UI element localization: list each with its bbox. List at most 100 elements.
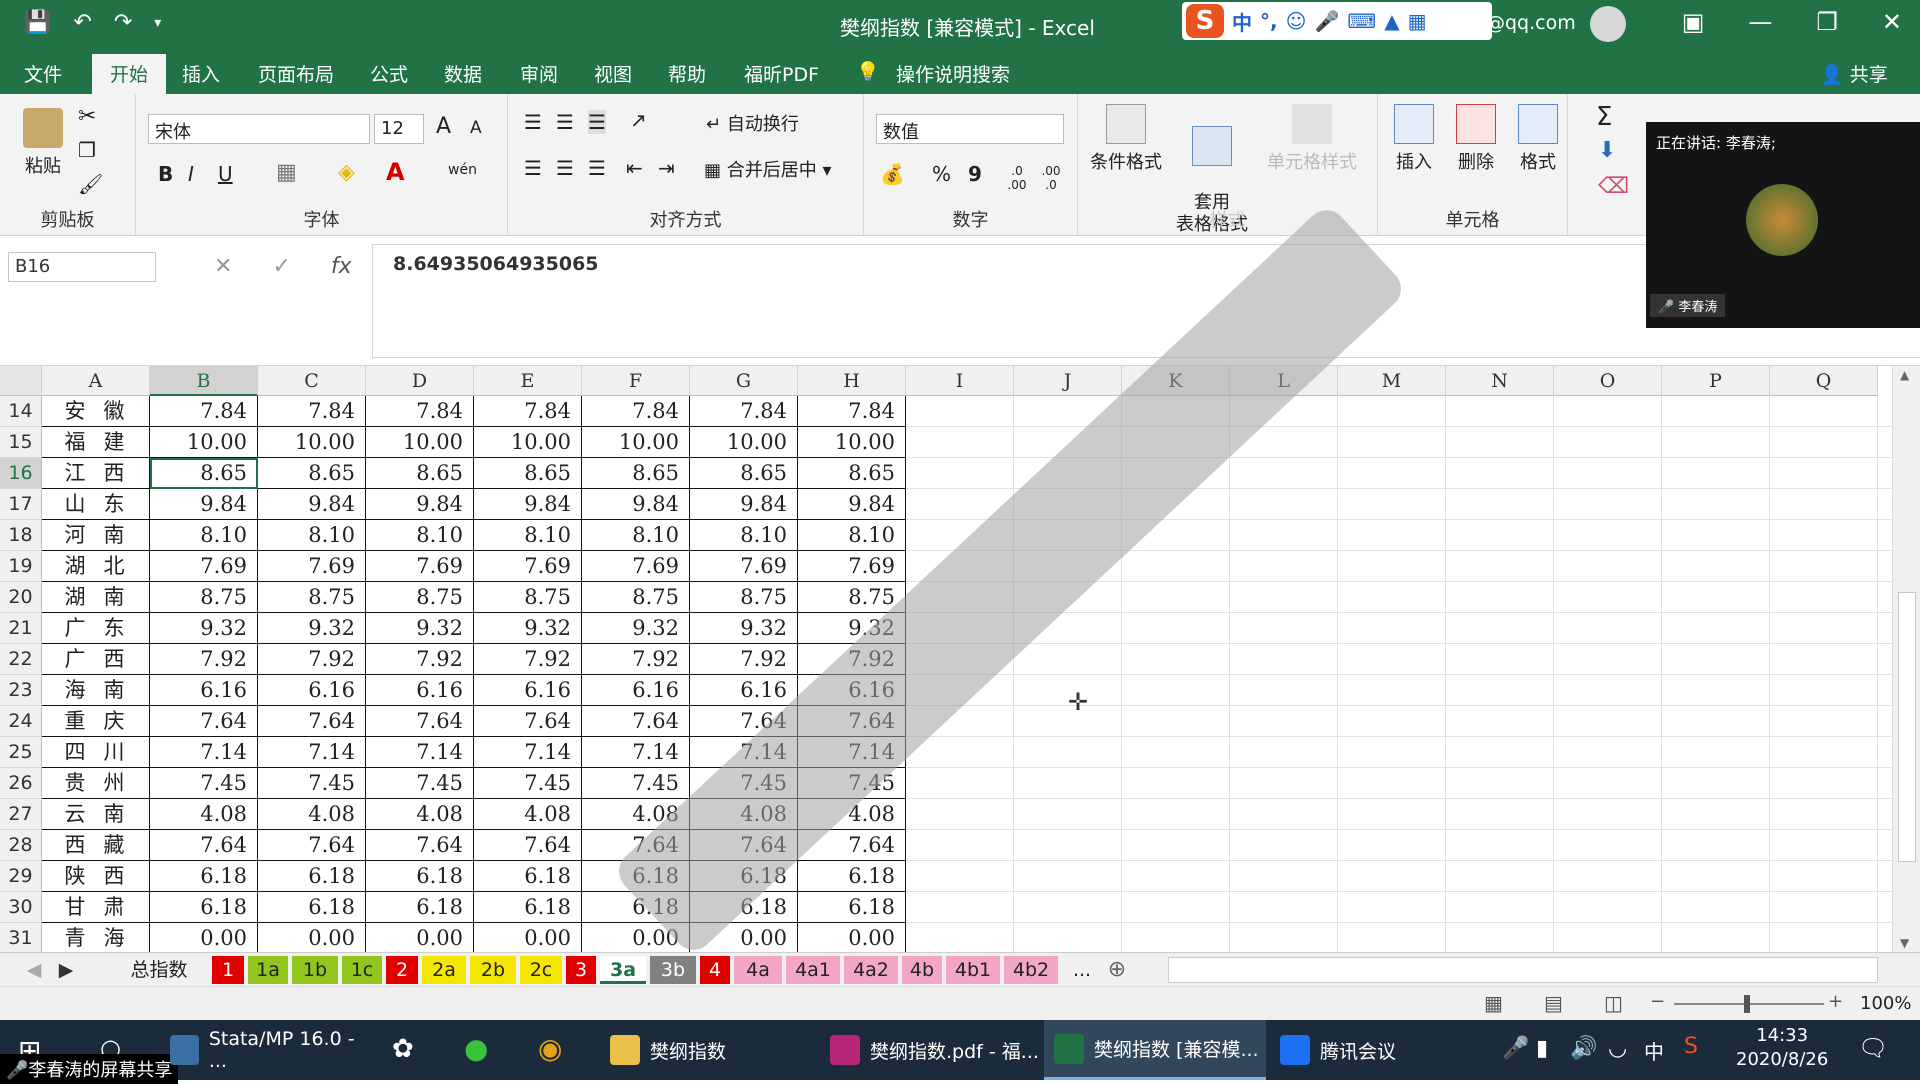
- paste-button[interactable]: 粘贴: [18, 108, 68, 178]
- column-header-p[interactable]: P: [1662, 366, 1770, 396]
- more-sheets[interactable]: ...: [1070, 956, 1094, 984]
- sheet-tab-总指数[interactable]: 总指数: [110, 956, 208, 984]
- row-header[interactable]: 24: [0, 706, 42, 737]
- cell-value[interactable]: 7.69: [582, 551, 690, 582]
- cell-value[interactable]: 7.64: [258, 706, 366, 737]
- delete-cells-button[interactable]: 删除: [1448, 104, 1504, 174]
- cell-value[interactable]: 6.18: [258, 861, 366, 892]
- cell-value[interactable]: 7.92: [690, 644, 798, 675]
- add-sheet-icon[interactable]: ⊕: [1104, 956, 1130, 984]
- column-header-d[interactable]: D: [366, 366, 474, 396]
- cell-value[interactable]: 6.18: [474, 892, 582, 923]
- punct-icon[interactable]: °,: [1260, 9, 1278, 33]
- cell-province[interactable]: 甘肃: [42, 892, 150, 923]
- cell-value[interactable]: 7.14: [150, 737, 258, 768]
- row-header[interactable]: 27: [0, 799, 42, 830]
- column-header-q[interactable]: Q: [1770, 366, 1878, 396]
- comma-button[interactable]: 9: [968, 162, 982, 186]
- conditional-format-button[interactable]: 条件格式: [1090, 104, 1162, 174]
- cell-value[interactable]: 10.00: [474, 427, 582, 458]
- page-break-view-icon[interactable]: ◫: [1604, 991, 1623, 1015]
- fill-icon[interactable]: ⬇: [1598, 138, 1616, 163]
- sheet-tab-2[interactable]: 2: [386, 956, 418, 984]
- sheet-tab-2b[interactable]: 2b: [470, 956, 516, 984]
- cell-province[interactable]: 湖南: [42, 582, 150, 613]
- align-top-icon[interactable]: ☰: [524, 110, 542, 134]
- sheet-tab-2a[interactable]: 2a: [422, 956, 466, 984]
- cell-value[interactable]: 6.18: [474, 861, 582, 892]
- cell-province[interactable]: 广东: [42, 613, 150, 644]
- font-name-combo[interactable]: 宋体: [148, 114, 370, 144]
- cell-value[interactable]: 8.75: [690, 582, 798, 613]
- cell-province[interactable]: 福建: [42, 427, 150, 458]
- cell-value[interactable]: 7.64: [474, 706, 582, 737]
- cell-value[interactable]: 8.10: [474, 520, 582, 551]
- emoji-icon[interactable]: ☺: [1286, 9, 1307, 33]
- cell-value[interactable]: 8.75: [258, 582, 366, 613]
- column-header-b[interactable]: B: [150, 366, 258, 396]
- vertical-scrollbar[interactable]: ▲ ▼: [1892, 366, 1920, 952]
- redo-icon[interactable]: ↷: [114, 10, 132, 35]
- taskbar-pdf[interactable]: 樊纲指数.pdf - 福...: [820, 1020, 1042, 1080]
- percent-button[interactable]: %: [932, 162, 951, 186]
- cell-value[interactable]: 7.84: [474, 396, 582, 427]
- cell-value[interactable]: 8.65: [474, 458, 582, 489]
- copy-icon[interactable]: ❐: [78, 138, 96, 162]
- decrease-indent-icon[interactable]: ⇤: [626, 156, 643, 180]
- cell-value[interactable]: 6.18: [150, 892, 258, 923]
- cell-value[interactable]: 4.08: [366, 799, 474, 830]
- row-header[interactable]: 20: [0, 582, 42, 613]
- column-header-c[interactable]: C: [258, 366, 366, 396]
- cell-value[interactable]: 6.16: [258, 675, 366, 706]
- cell-value[interactable]: 4.08: [150, 799, 258, 830]
- tab-formulas[interactable]: 公式: [370, 60, 408, 87]
- cell-value[interactable]: 10.00: [258, 427, 366, 458]
- decrease-decimal-button[interactable]: .00 .0: [1036, 164, 1066, 192]
- cell-value[interactable]: 8.65: [798, 458, 906, 489]
- format-cells-button[interactable]: 格式: [1510, 104, 1566, 174]
- cell-value[interactable]: 0.00: [258, 923, 366, 952]
- chrome-icon[interactable]: ◉: [538, 1032, 562, 1065]
- sheet-tab-1b[interactable]: 1b: [292, 956, 338, 984]
- cell-value[interactable]: 6.16: [582, 675, 690, 706]
- row-header[interactable]: 17: [0, 489, 42, 520]
- save-icon[interactable]: 💾: [24, 10, 51, 35]
- cell-value[interactable]: 9.32: [474, 613, 582, 644]
- cell-value[interactable]: 8.65: [366, 458, 474, 489]
- ime-toolbar[interactable]: S 中 °, ☺ 🎤 ⌨ ▲ ▦: [1182, 2, 1492, 40]
- cell-province[interactable]: 广西: [42, 644, 150, 675]
- cell-province[interactable]: 四川: [42, 737, 150, 768]
- cell-value[interactable]: 7.14: [366, 737, 474, 768]
- cell-province[interactable]: 陕西: [42, 861, 150, 892]
- cell-province[interactable]: 江西: [42, 458, 150, 489]
- underline-button[interactable]: U: [218, 162, 233, 186]
- align-bottom-icon[interactable]: ☰: [588, 110, 606, 134]
- cell-value[interactable]: 7.64: [258, 830, 366, 861]
- merge-center-button[interactable]: ▦ 合并后居中 ▾: [704, 156, 832, 182]
- cell-value[interactable]: 7.92: [366, 644, 474, 675]
- wechat-icon[interactable]: ●: [464, 1032, 488, 1065]
- cell-value[interactable]: 7.45: [474, 768, 582, 799]
- account-email[interactable]: @qq.com: [1486, 12, 1576, 34]
- column-header-f[interactable]: F: [582, 366, 690, 396]
- cell-value[interactable]: 8.10: [582, 520, 690, 551]
- cell-value[interactable]: 7.14: [258, 737, 366, 768]
- restore-icon[interactable]: ❐: [1816, 8, 1838, 36]
- cell-value[interactable]: 9.84: [366, 489, 474, 520]
- cell-value[interactable]: 7.64: [366, 830, 474, 861]
- cell-value[interactable]: 6.16: [150, 675, 258, 706]
- notification-icon[interactable]: 🗨: [1858, 1034, 1888, 1062]
- skin-icon[interactable]: ▲: [1384, 9, 1399, 33]
- cell-value[interactable]: 9.84: [150, 489, 258, 520]
- cell-value[interactable]: 8.10: [150, 520, 258, 551]
- orientation-icon[interactable]: ↗: [630, 108, 647, 132]
- sheet-tab-4a[interactable]: 4a: [734, 956, 782, 984]
- cell-value[interactable]: 8.10: [258, 520, 366, 551]
- column-header-j[interactable]: J: [1014, 366, 1122, 396]
- cell-value[interactable]: 9.84: [798, 489, 906, 520]
- cell-value[interactable]: 10.00: [150, 427, 258, 458]
- undo-icon[interactable]: ↶: [73, 10, 91, 35]
- row-header[interactable]: 23: [0, 675, 42, 706]
- cell-value[interactable]: 7.64: [150, 706, 258, 737]
- cell-value[interactable]: 7.84: [690, 396, 798, 427]
